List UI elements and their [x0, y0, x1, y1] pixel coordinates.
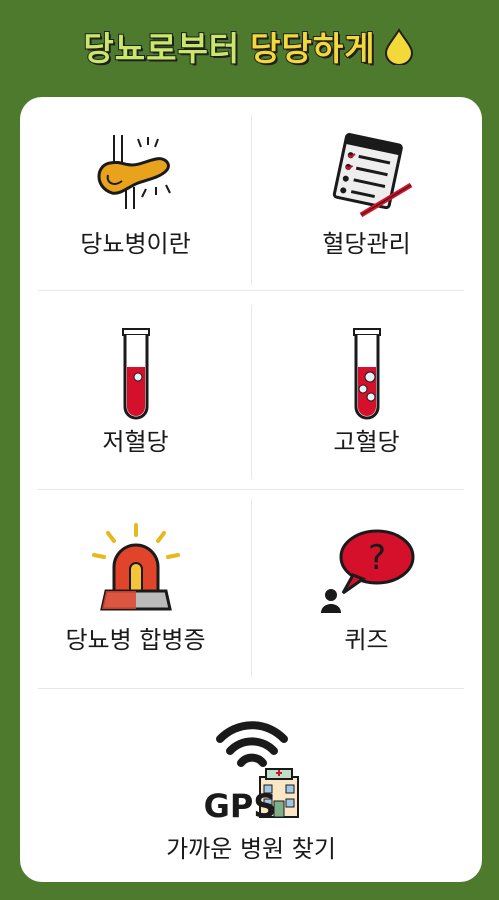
menu-label-find-hospital: 가까운 병원 찾기: [166, 835, 336, 863]
gps-hospital-icon: GPS: [204, 721, 299, 823]
menu-item-blood-sugar[interactable]: 혈당관리: [251, 97, 482, 295]
menu-card: 당뇨병이란 혈당관리 저혈당 고혈당 당뇨병 합병증 ? 퀴즈 GPS 가까운 …: [20, 97, 482, 882]
menu-label-complications: 당뇨병 합병증: [65, 626, 206, 654]
checklist-icon: [332, 133, 412, 218]
question-bubble-icon: ?: [320, 529, 414, 613]
menu-label-blood-sugar: 혈당관리: [322, 230, 411, 258]
test-tube-icon: [121, 328, 150, 420]
menu-label-hyperglycemia: 고혈당: [333, 428, 400, 456]
menu-label-quiz: 퀴즈: [344, 626, 389, 654]
title-part2: 당당하게: [249, 28, 376, 69]
app-header: 당뇨로부터 당당하게: [0, 0, 499, 92]
menu-item-quiz[interactable]: ? 퀴즈: [251, 493, 482, 691]
title-part1: 당뇨로부터: [82, 28, 241, 69]
siren-icon: [91, 523, 180, 611]
gps-text: GPS: [204, 787, 277, 823]
menu-item-hyperglycemia[interactable]: 고혈당: [251, 295, 482, 493]
menu-item-complications[interactable]: 당뇨병 합병증: [20, 493, 251, 691]
menu-item-diabetes[interactable]: 당뇨병이란: [20, 97, 251, 295]
menu-item-find-hospital[interactable]: GPS 가까운 병원 찾기: [20, 691, 482, 882]
drop-icon: [384, 28, 413, 65]
menu-item-hypoglycemia[interactable]: 저혈당: [20, 295, 251, 493]
svg-text:?: ?: [367, 538, 385, 578]
pancreas-icon: [97, 135, 171, 209]
menu-label-diabetes: 당뇨병이란: [80, 230, 191, 258]
test-tube-icon: [352, 328, 381, 420]
menu-label-hypoglycemia: 저혈당: [102, 428, 169, 456]
